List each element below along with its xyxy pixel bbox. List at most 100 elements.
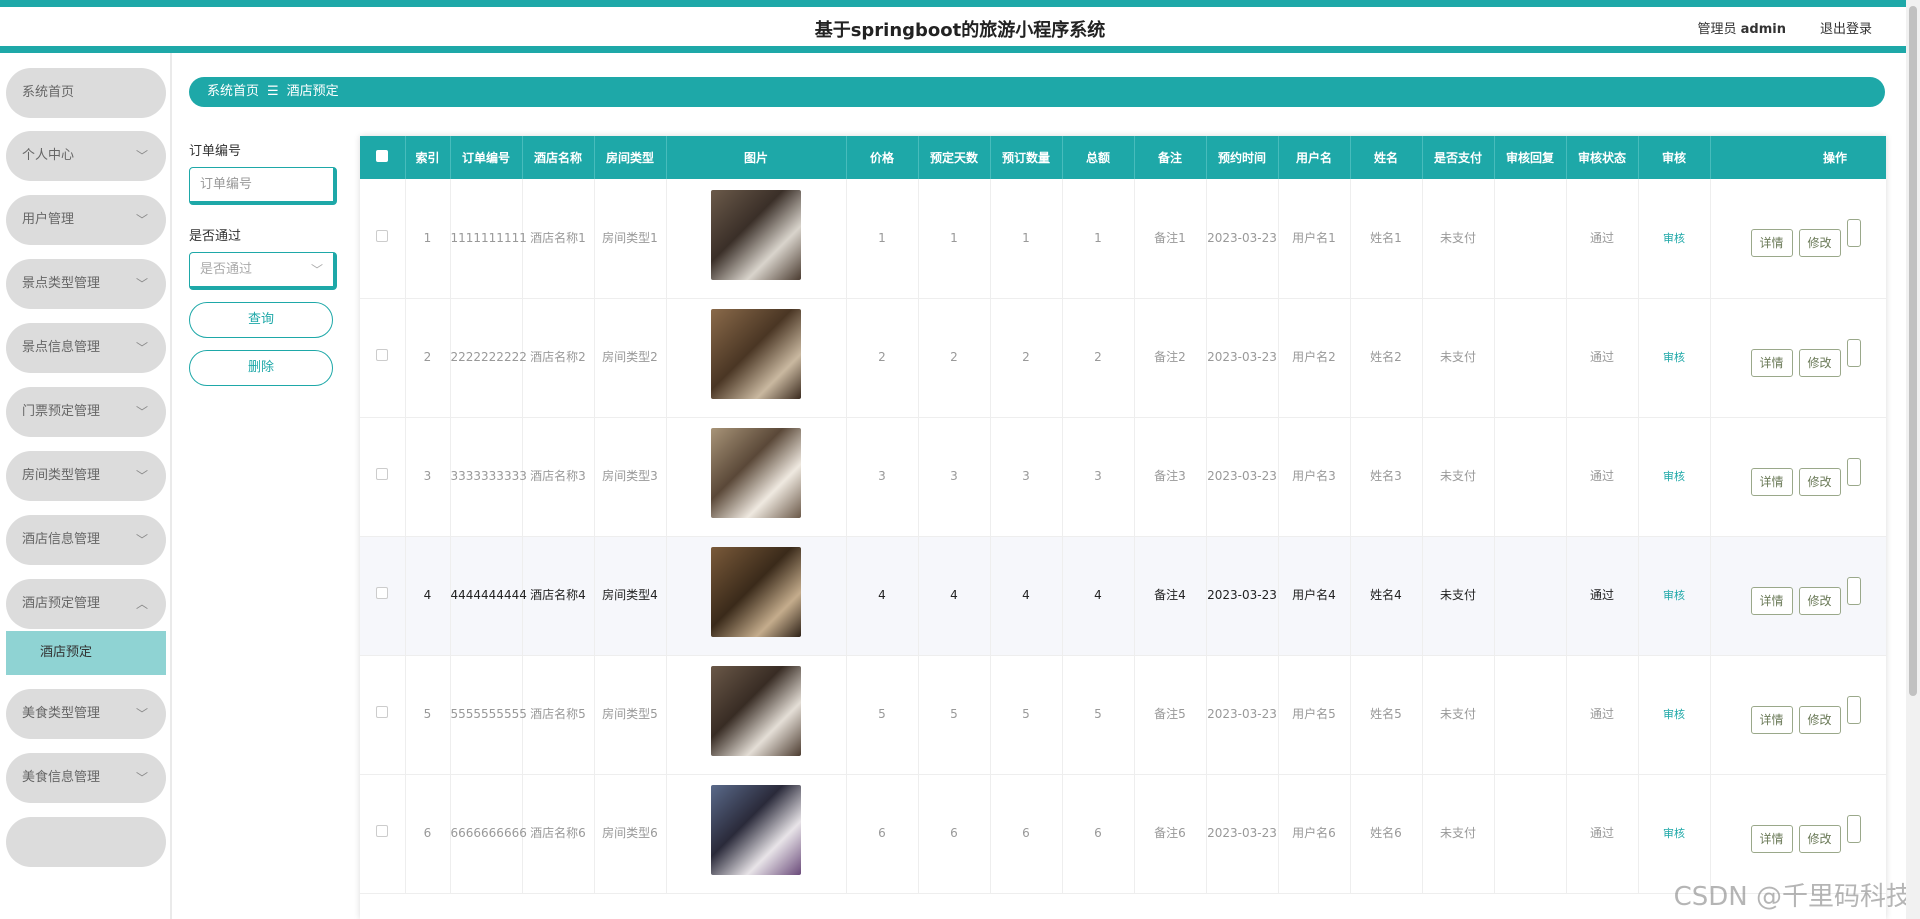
- detail-button[interactable]: 详情: [1750, 705, 1793, 734]
- detail-button[interactable]: 详情: [1750, 229, 1793, 258]
- audit-cell: 审核: [1638, 298, 1711, 418]
- sidebar-item-scenic-types[interactable]: 景点类型管理 ﹀: [6, 259, 166, 309]
- detail-button[interactable]: 详情: [1750, 824, 1793, 853]
- row-checkbox-cell[interactable]: [360, 536, 406, 656]
- row-checkbox-cell[interactable]: [360, 179, 406, 299]
- cell-qty: 5: [990, 655, 1063, 775]
- detail-button[interactable]: 详情: [1750, 586, 1793, 615]
- delete-row-button[interactable]: [1846, 457, 1861, 486]
- edit-button[interactable]: 修改: [1798, 348, 1841, 377]
- delete-row-button[interactable]: [1846, 814, 1861, 843]
- audit-link[interactable]: 审核: [1663, 589, 1685, 602]
- ops-cell: 详情 修改: [1710, 655, 1886, 775]
- app-title: 基于springboot的旅游小程序系统: [814, 20, 1106, 41]
- row-checkbox-cell[interactable]: [360, 655, 406, 775]
- sidebar-item-hotel-booking[interactable]: 酒店预定管理 ︿: [6, 579, 166, 629]
- table-header-row: 索引 订单编号 酒店名称 房间类型 图片 价格 预定天数 预订数量 总额 备注 …: [360, 136, 1886, 179]
- row-checkbox-cell[interactable]: [360, 417, 406, 537]
- menu-icon: ☰: [267, 84, 279, 99]
- row-checkbox[interactable]: [376, 825, 389, 837]
- cell-user: 用户名6: [1278, 774, 1351, 894]
- breadcrumb: 系统首页 ☰ 酒店预定: [189, 77, 1885, 107]
- sidebar-item-scenic-info[interactable]: 景点信息管理 ﹀: [6, 323, 166, 373]
- table-row: 2 2222222222 酒店名称2 房间类型2 2 2 2 2 备注2 2023-03-23 用户…: [360, 298, 1886, 418]
- cell-status: 通过: [1566, 417, 1639, 537]
- audit-link[interactable]: 审核: [1663, 351, 1685, 364]
- sidebar-item-users[interactable]: 用户管理 ﹀: [6, 195, 166, 245]
- cell-time: 2023-03-23: [1206, 417, 1279, 537]
- cell-index: 1: [405, 179, 451, 299]
- row-checkbox-cell[interactable]: [360, 774, 406, 894]
- table-row: 6 6666666666 酒店名称6 房间类型6 6 6 6 6 备注6 2023-03-23 用户…: [360, 774, 1886, 894]
- sidebar-item-room-types[interactable]: 房间类型管理 ﹀: [6, 451, 166, 501]
- chevron-down-icon: ﹀: [135, 771, 148, 785]
- audit-link[interactable]: 审核: [1663, 232, 1685, 245]
- cell-note: 备注6: [1134, 774, 1207, 894]
- row-checkbox[interactable]: [376, 706, 389, 718]
- edit-button[interactable]: 修改: [1798, 705, 1841, 734]
- col-header: 审核: [1638, 136, 1711, 179]
- row-checkbox[interactable]: [376, 468, 389, 480]
- delete-row-button[interactable]: [1846, 695, 1861, 724]
- pass-status-select[interactable]: 是否通过 ﹀: [189, 252, 337, 290]
- cell-room: 房间类型5: [594, 655, 667, 775]
- image-cell: [666, 536, 847, 656]
- delete-row-button[interactable]: [1846, 219, 1861, 248]
- scrollbar-thumb[interactable]: [1909, 6, 1917, 696]
- edit-button[interactable]: 修改: [1798, 229, 1841, 258]
- sidebar-item-personal[interactable]: 个人中心 ﹀: [6, 131, 166, 181]
- page-scrollbar[interactable]: [1906, 0, 1920, 919]
- row-checkbox[interactable]: [376, 229, 389, 242]
- delete-button[interactable]: 删除: [189, 350, 333, 386]
- sidebar-item-label: 酒店预定管理: [22, 596, 101, 611]
- audit-link[interactable]: 审核: [1663, 708, 1685, 721]
- booking-table: 索引 订单编号 酒店名称 房间类型 图片 价格 预定天数 预订数量 总额 备注 …: [360, 136, 1886, 919]
- detail-button[interactable]: 详情: [1750, 348, 1793, 377]
- cell-time: 2023-03-23: [1206, 774, 1279, 894]
- audit-link[interactable]: 审核: [1663, 827, 1685, 840]
- sidebar-item-tickets[interactable]: 门票预定管理 ﹀: [6, 387, 166, 437]
- sidebar-item-hotel-info[interactable]: 酒店信息管理 ﹀: [6, 515, 166, 565]
- audit-link[interactable]: 审核: [1663, 470, 1685, 483]
- cell-total: 6: [1062, 774, 1135, 894]
- breadcrumb-home[interactable]: 系统首页: [207, 84, 259, 99]
- ops-cell: 详情 修改: [1710, 298, 1886, 418]
- pass-status-label: 是否通过: [189, 229, 242, 244]
- cell-days: 2: [918, 298, 991, 418]
- sidebar-item-food-info[interactable]: 美食信息管理 ﹀: [6, 753, 166, 803]
- admin-role: 管理员: [1697, 22, 1737, 37]
- col-header: 索引: [405, 136, 451, 179]
- edit-button[interactable]: 修改: [1798, 824, 1841, 853]
- row-checkbox-cell[interactable]: [360, 298, 406, 418]
- select-all-header[interactable]: [360, 136, 406, 179]
- sidebar-item-more[interactable]: [6, 817, 166, 867]
- cell-days: 5: [918, 655, 991, 775]
- edit-button[interactable]: 修改: [1798, 467, 1841, 496]
- cell-user: 用户名2: [1278, 298, 1351, 418]
- row-checkbox[interactable]: [376, 587, 389, 599]
- col-header: 价格: [846, 136, 919, 179]
- order-number-input[interactable]: 订单编号: [189, 167, 337, 205]
- cell-paid: 未支付: [1422, 774, 1495, 894]
- cell-index: 2: [405, 298, 451, 418]
- cell-note: 备注2: [1134, 298, 1207, 418]
- detail-button[interactable]: 详情: [1750, 467, 1793, 496]
- row-checkbox[interactable]: [376, 349, 389, 361]
- delete-row-button[interactable]: [1846, 576, 1861, 605]
- cell-note: 备注3: [1134, 417, 1207, 537]
- delete-row-button[interactable]: [1846, 338, 1861, 367]
- sidebar-item-label: 用户管理: [22, 212, 75, 227]
- sidebar-item-home[interactable]: 系统首页: [6, 68, 166, 118]
- ops-cell: 详情 修改: [1710, 179, 1886, 299]
- col-header: 订单编号: [450, 136, 523, 179]
- cell-total: 5: [1062, 655, 1135, 775]
- sidebar-item-food-types[interactable]: 美食类型管理 ﹀: [6, 689, 166, 739]
- query-button[interactable]: 查询: [189, 302, 333, 338]
- cell-price: 6: [846, 774, 919, 894]
- cell-qty: 6: [990, 774, 1063, 894]
- logout-link[interactable]: 退出登录: [1820, 18, 1872, 37]
- sidebar-subitem-hotel-booking[interactable]: 酒店预定: [6, 631, 166, 675]
- edit-button[interactable]: 修改: [1798, 586, 1841, 615]
- select-all-checkbox[interactable]: [376, 150, 389, 162]
- col-header: 酒店名称: [522, 136, 595, 179]
